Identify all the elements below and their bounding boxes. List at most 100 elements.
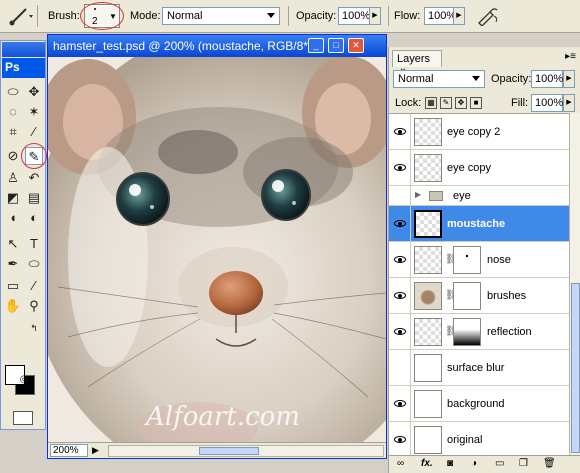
lock-all-icon[interactable]: ■ <box>470 97 482 109</box>
minimize-button[interactable]: _ <box>308 38 324 53</box>
lock-position-icon[interactable]: ✥ <box>455 97 467 109</box>
lock-transparent-icon[interactable]: ▦ <box>425 97 437 109</box>
layers-scrollbar[interactable] <box>569 113 580 455</box>
close-button[interactable]: ✕ <box>348 38 364 53</box>
layers-tab[interactable]: Layers × <box>392 50 442 77</box>
visibility-toggle[interactable] <box>389 350 411 386</box>
history-brush-icon[interactable]: ↶ <box>25 169 43 187</box>
opacity-label: Opacity: <box>491 73 532 85</box>
magic-wand-icon[interactable]: ✶ <box>25 103 43 121</box>
blend-mode-select[interactable]: Normal <box>393 70 485 88</box>
layer-name: brushes <box>487 290 527 302</box>
tool-preset-picker[interactable] <box>4 5 38 27</box>
layer-opacity-field[interactable]: 100% ▶ <box>531 70 575 88</box>
marquee-icon[interactable]: ⬭ <box>4 83 22 101</box>
opacity-slider-button[interactable]: ▶ <box>563 70 575 88</box>
mode-select[interactable]: Normal <box>162 7 280 25</box>
layer-row[interactable]: eye copy <box>389 150 569 186</box>
healing-icon[interactable]: ⊘ <box>4 147 22 165</box>
slice-icon[interactable]: ∕ <box>25 123 43 141</box>
layer-thumbnail <box>414 246 442 274</box>
hand-icon[interactable]: ✋ <box>4 297 22 315</box>
new-layer-icon[interactable]: ❐ <box>519 458 528 469</box>
options-bar: Brush: 2 ▼ Mode: Normal Opacity: 100% ▶ … <box>0 0 580 33</box>
visibility-toggle[interactable] <box>389 278 411 314</box>
folder-icon[interactable]: ▭ <box>495 458 504 469</box>
lock-image-icon[interactable]: ✎ <box>440 97 452 109</box>
swap-colors-icon[interactable]: ↰ <box>25 319 43 337</box>
visibility-toggle[interactable] <box>389 314 411 350</box>
eye-icon <box>394 128 406 135</box>
gradient-icon[interactable]: ▤ <box>25 189 43 207</box>
layer-thumbnail <box>414 426 442 454</box>
status-menu-icon[interactable]: ▶ <box>92 445 99 456</box>
shape-icon[interactable]: ⬭ <box>25 255 43 273</box>
stamp-icon[interactable]: ♙ <box>4 169 22 187</box>
fill-slider-button[interactable]: ▶ <box>563 94 575 112</box>
layer-group-row[interactable]: ▶ eye <box>389 186 569 206</box>
panel-menu-icon[interactable]: ▸≡ <box>565 51 576 62</box>
mask-icon[interactable]: ◙ <box>447 458 453 469</box>
layer-thumbnail <box>414 390 442 418</box>
adjustment-icon[interactable]: ◑ <box>471 458 477 469</box>
visibility-toggle[interactable] <box>389 206 411 242</box>
visibility-toggle[interactable] <box>389 114 411 150</box>
airbrush-icon[interactable] <box>476 6 500 26</box>
fill-field[interactable]: 100% ▶ <box>531 94 575 112</box>
horizontal-scrollbar[interactable] <box>108 445 384 457</box>
lasso-icon[interactable]: ◌ <box>4 103 22 121</box>
dodge-icon[interactable]: ◐ <box>25 209 43 227</box>
eraser-icon[interactable]: ◩ <box>4 189 22 207</box>
layer-row[interactable]: ⛓ reflection <box>389 314 569 350</box>
opacity-value: 100% <box>342 10 371 22</box>
layer-row[interactable]: ⛓ nose <box>389 242 569 278</box>
toolbox-grip[interactable] <box>2 42 45 57</box>
visibility-toggle[interactable] <box>389 242 411 278</box>
watermark-text: Alfoart.com <box>144 402 300 432</box>
opacity-field[interactable]: 100% ▶ <box>338 7 381 25</box>
pen-icon[interactable]: ✒ <box>4 255 22 273</box>
type-icon[interactable]: T <box>25 235 43 253</box>
layers-panel: Layers × ▸≡ Normal Opacity: 100% ▶ Lock:… <box>388 47 580 473</box>
crop-icon[interactable]: ⌗ <box>4 123 22 141</box>
notes-icon[interactable]: ▭ <box>4 277 22 295</box>
move-icon[interactable]: ✥ <box>25 83 43 101</box>
zoom-field[interactable]: 200% <box>50 444 88 457</box>
layer-row[interactable]: background <box>389 386 569 422</box>
quick-mask-icon[interactable]: ◎ <box>15 371 33 389</box>
layer-row[interactable]: ⛓ brushes <box>389 278 569 314</box>
visibility-toggle[interactable] <box>389 150 411 186</box>
layer-name: background <box>447 398 505 410</box>
link-icon[interactable]: ∞ <box>397 458 404 469</box>
visibility-toggle[interactable] <box>389 386 411 422</box>
layer-mask-thumbnail[interactable] <box>453 246 481 274</box>
visibility-toggle[interactable] <box>389 186 411 206</box>
flow-field[interactable]: 100% ▶ <box>424 7 465 25</box>
trash-icon[interactable]: 🗑 <box>543 458 556 469</box>
layer-row[interactable]: eye copy 2 <box>389 114 569 150</box>
eyedropper-icon[interactable]: ⁄ <box>25 277 43 295</box>
divider <box>388 6 389 26</box>
scrollbar-thumb[interactable] <box>199 447 259 455</box>
fx-icon[interactable]: fx. <box>421 458 433 469</box>
eye-icon <box>394 220 406 227</box>
expand-triangle-icon[interactable]: ▶ <box>415 190 421 199</box>
eye-icon <box>394 292 406 299</box>
layers-tab-label: Layers <box>397 53 431 65</box>
path-select-icon[interactable]: ↖ <box>4 235 22 253</box>
layer-mask-thumbnail[interactable] <box>453 318 481 346</box>
opacity-label: Opacity: <box>296 10 337 22</box>
layer-row-selected[interactable]: moustache <box>389 206 569 242</box>
visibility-toggle[interactable] <box>389 422 411 455</box>
layer-mask-thumbnail[interactable] <box>453 282 481 310</box>
zoom-icon[interactable]: ⚲ <box>25 297 43 315</box>
flow-slider-button[interactable]: ▶ <box>453 7 465 25</box>
layer-row[interactable]: surface blur <box>389 350 569 386</box>
scrollbar-thumb[interactable] <box>571 283 580 453</box>
blur-icon[interactable]: ◖ <box>4 209 22 227</box>
layer-row[interactable]: original <box>389 422 569 455</box>
opacity-slider-button[interactable]: ▶ <box>369 7 381 25</box>
image-canvas[interactable]: Alfoart.com <box>48 57 386 442</box>
maximize-button[interactable]: □ <box>328 38 344 53</box>
screen-mode-button[interactable] <box>13 411 33 425</box>
